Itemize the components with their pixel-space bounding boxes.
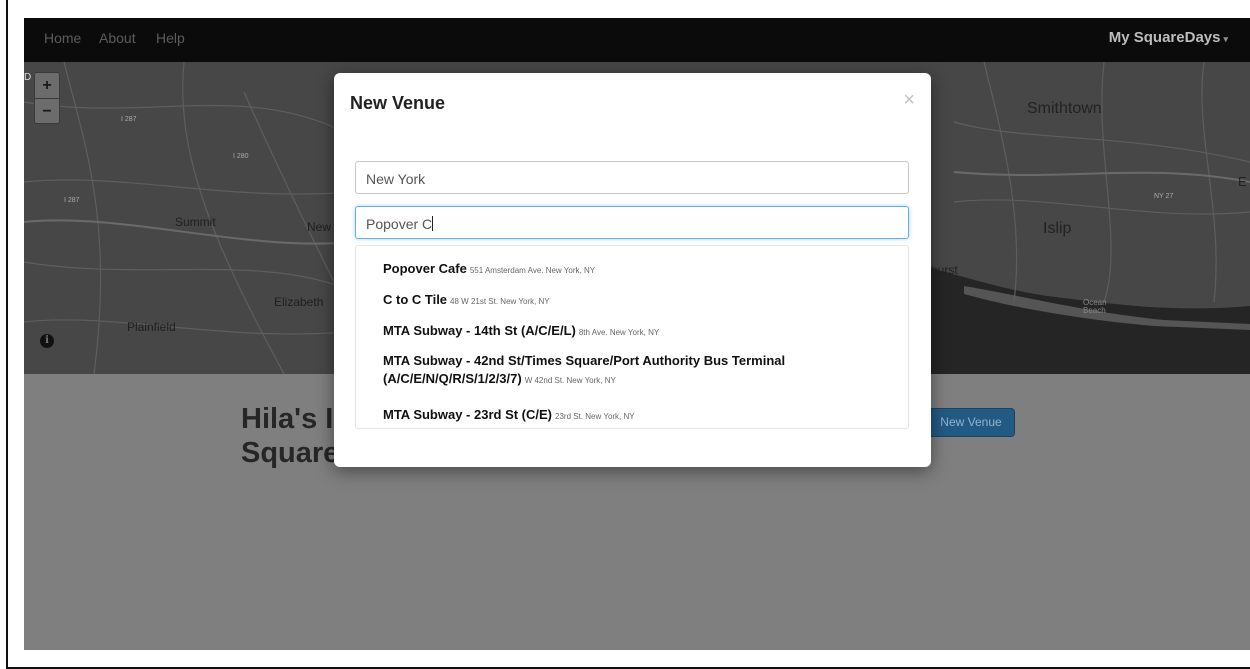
zoom-out-button[interactable]: − xyxy=(35,99,59,124)
suggestion-item[interactable]: MTA Subway - 23rd St (C/E) 23rd St. New Y… xyxy=(383,406,635,424)
page-title-line1: Hila's I xyxy=(241,403,334,435)
new-venue-modal: New Venue × New York Popover C Popover C… xyxy=(334,73,931,467)
page-title: Hila's I Square xyxy=(241,402,339,470)
map-label-islip: Islip xyxy=(1043,220,1072,237)
nav-help[interactable]: Help xyxy=(156,30,185,46)
close-icon[interactable]: × xyxy=(903,89,915,112)
suggestion-address: 23rd St. New York, NY xyxy=(555,412,635,421)
user-menu[interactable]: My SquareDays ▾ xyxy=(1109,29,1228,46)
map-label-ocean-beach: Ocean Beach xyxy=(1083,298,1107,315)
chevron-down-icon: ▾ xyxy=(1223,34,1228,44)
navbar: Home About Help My SquareDays ▾ xyxy=(24,18,1250,62)
new-venue-button[interactable]: New Venue xyxy=(927,408,1015,437)
map-route-label: NY 27 xyxy=(1154,193,1174,200)
suggestion-address: W 42nd St. New York, NY xyxy=(524,376,616,385)
map-label-elizabeth: Elizabeth xyxy=(274,295,324,309)
map-label-summit: Summit xyxy=(175,215,216,229)
text-cursor xyxy=(432,216,434,231)
suggestion-item[interactable]: MTA Subway - 14th St (A/C/E/L) 8th Ave. N… xyxy=(383,322,659,340)
info-icon[interactable]: i xyxy=(40,334,54,348)
nav-home[interactable]: Home xyxy=(44,30,81,46)
suggestion-address: 8th Ave. New York, NY xyxy=(578,328,660,337)
suggestion-name: C to C Tile xyxy=(383,292,448,307)
map-label-d: D xyxy=(24,72,32,83)
autocomplete-list: Popover Cafe 551 Amsterdam Ave. New York,… xyxy=(355,245,909,429)
city-input[interactable]: New York xyxy=(355,161,909,194)
city-input-value: New York xyxy=(366,171,426,187)
zoom-control: + − xyxy=(34,72,60,124)
suggestion-name: MTA Subway - 14th St (A/C/E/L) xyxy=(383,323,576,338)
map-route-label: I 280 xyxy=(233,153,249,160)
venue-search-input[interactable]: Popover C xyxy=(355,206,909,239)
map-label-plainfield: Plainfield xyxy=(127,320,176,334)
map-label-hurst: hurst xyxy=(931,263,958,277)
suggestion-address: 551 Amsterdam Ave. New York, NY xyxy=(469,266,596,275)
suggestion-item[interactable]: Popover Cafe 551 Amsterdam Ave. New York,… xyxy=(383,260,595,278)
user-menu-label: My SquareDays xyxy=(1108,29,1221,46)
map-label-new: New xyxy=(307,220,332,234)
map-route-label: I 287 xyxy=(64,197,80,204)
suggestion-item[interactable]: MTA Subway - 42nd St/Times Square/Port A… xyxy=(383,352,785,390)
suggestion-address: 48 W 21st St. New York, NY xyxy=(450,297,550,306)
suggestion-name: MTA Subway - 23rd St (C/E) xyxy=(383,407,553,422)
modal-title: New Venue xyxy=(350,93,446,113)
page-title-line2: Square xyxy=(241,437,340,469)
venue-input-value: Popover C xyxy=(366,216,433,232)
map-label-e: E xyxy=(1238,174,1247,189)
map-label-smithtown: Smithtown xyxy=(1027,100,1102,117)
zoom-in-button[interactable]: + xyxy=(35,73,59,99)
suggestion-name: MTA Subway - 42nd St/Times Square/Port A… xyxy=(383,353,786,368)
suggestion-name-cont: (A/C/E/N/Q/R/S/1/2/3/7) xyxy=(383,371,522,386)
suggestion-item[interactable]: C to C Tile 48 W 21st St. New York, NY xyxy=(383,291,550,309)
nav-about[interactable]: About xyxy=(99,30,136,46)
suggestion-name: Popover Cafe xyxy=(383,261,467,276)
map-route-label: I 287 xyxy=(121,116,137,123)
